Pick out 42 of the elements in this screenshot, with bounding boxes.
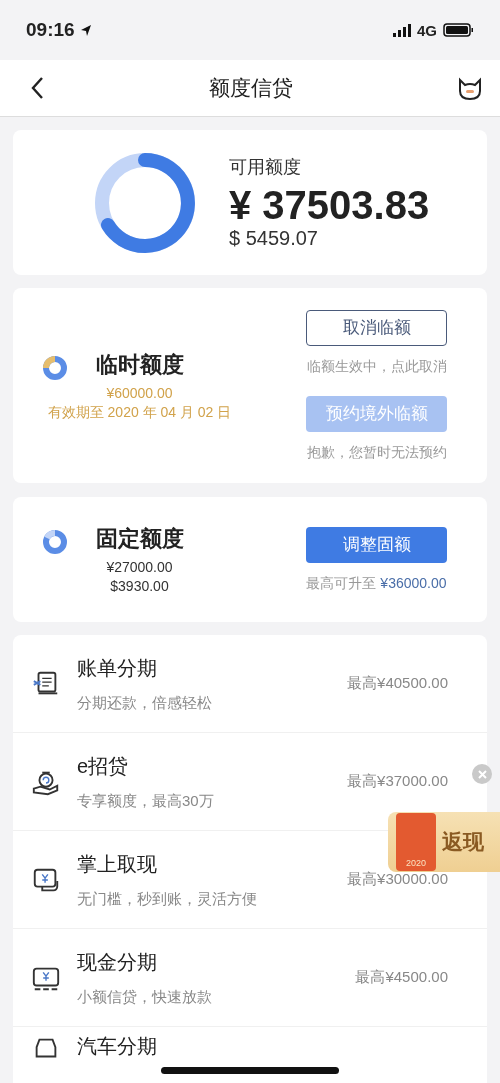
back-icon: [30, 76, 45, 100]
product-subtitle: 分期还款，倍感轻松: [77, 693, 212, 713]
available-amount-cny: ¥ 37503.83: [229, 183, 430, 227]
quota-amount: ¥27000.00: [106, 557, 173, 577]
product-title: 现金分期: [77, 949, 157, 975]
envelope-year: 2020: [406, 858, 426, 868]
quota-action-button[interactable]: 调整固额: [306, 526, 447, 563]
quota-amount: $3930.00: [110, 576, 169, 596]
available-credit-label: 可用额度: [229, 156, 301, 179]
promo-label: 返现: [442, 829, 484, 855]
quota-action-button[interactable]: 取消临额: [306, 309, 447, 346]
product-row[interactable]: 现金分期 小额信贷，快速放款 最高¥4500.00: [13, 929, 487, 1027]
ring-icon: [43, 355, 67, 380]
back-button[interactable]: [30, 76, 45, 100]
available-amount-usd: $ 5459.07: [229, 227, 318, 250]
product-row[interactable]: 账单分期 分期还款，倍感轻松 最高¥40500.00: [13, 635, 487, 733]
signal-icon: [393, 23, 411, 37]
ring-icon: [43, 529, 67, 554]
status-time: 09:16: [26, 19, 75, 41]
cashback-promo-button[interactable]: 2020 返现: [388, 812, 500, 872]
product-title: e招贷: [77, 753, 129, 779]
product-title: 汽车分期: [77, 1034, 157, 1059]
product-limit: 最高¥37000.00: [347, 772, 448, 791]
product-subtitle: 专享额度，最高30万: [77, 791, 214, 811]
quota-note: 临额生效中，点此取消: [306, 357, 447, 376]
close-icon: [476, 768, 488, 780]
quota-title: 固定额度: [95, 524, 184, 553]
product-subtitle: 无门槛，秒到账，灵活方便: [77, 889, 257, 909]
quota-amount: ¥60000.00: [106, 383, 173, 403]
product-limit: 最高¥40500.00: [347, 674, 448, 693]
quota-title: 临时额度: [95, 350, 184, 379]
product-limit: 最高¥4500.00: [355, 968, 448, 987]
product-limit: 最高¥30000.00: [347, 870, 448, 889]
battery-icon: [443, 23, 474, 37]
product-subtitle: 小额信贷，快速放款: [77, 987, 212, 1007]
quota-note: 最高可升至 ¥36000.00: [306, 574, 447, 593]
quota-note: 抱歉，您暂时无法预约: [306, 443, 447, 462]
product-title: 账单分期: [77, 655, 157, 681]
network-label: 4G: [417, 21, 437, 39]
page-title: 额度信贷: [208, 75, 293, 101]
quota-amount: 有效期至 2020 年 04 月 02 日: [47, 402, 232, 422]
product-title: 掌上取现: [77, 851, 157, 877]
